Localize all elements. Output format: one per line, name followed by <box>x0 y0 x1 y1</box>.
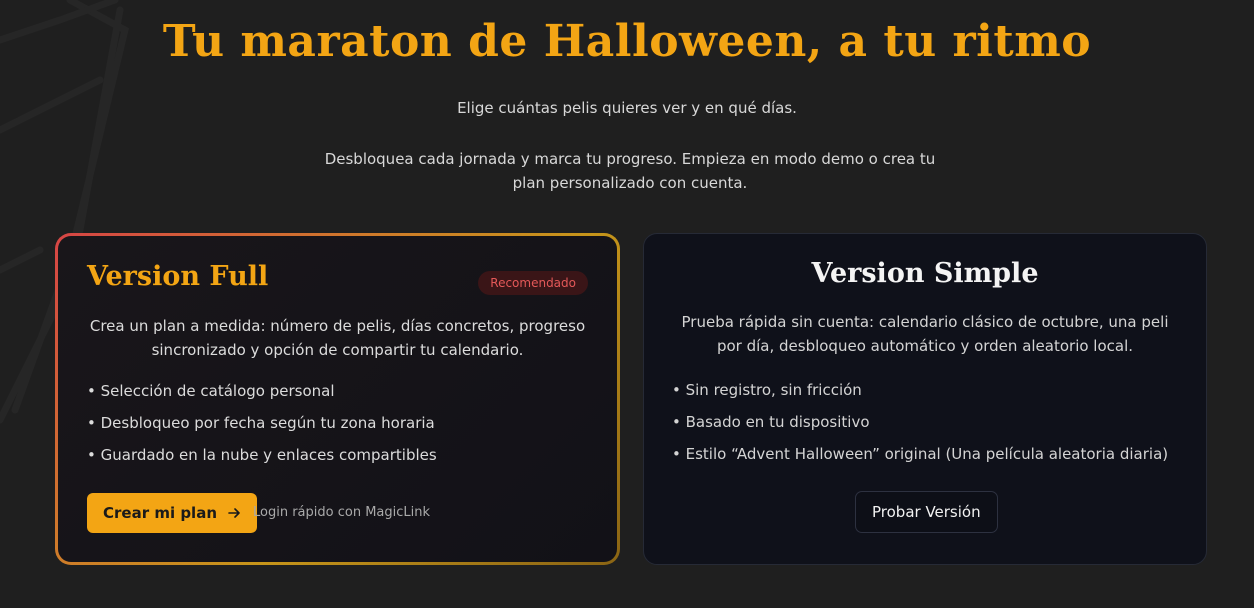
feature-item: • Sin registro, sin fricción <box>672 381 862 399</box>
page: Tu maraton de Halloween, a tu ritmo Elig… <box>0 0 1254 608</box>
create-plan-label: Crear mi plan <box>103 504 217 522</box>
feature-item: • Estilo “Advent Halloween” original (Un… <box>672 445 1169 463</box>
page-title: Tu maraton de Halloween, a tu ritmo <box>162 16 1092 67</box>
simple-version-card: Version Simple Prueba rápida sin cuenta:… <box>643 233 1207 565</box>
simple-version-features: • Sin registro, sin fricción • Basado en… <box>672 380 1168 476</box>
feature-item: • Desbloqueo por fecha según tu zona hor… <box>87 414 435 432</box>
feature-item: • Guardado en la nube y enlaces comparti… <box>87 446 437 464</box>
page-description: Desbloquea cada jornada y marca tu progr… <box>324 150 936 192</box>
full-version-card: Version Full Recomendado Crea un plan a … <box>55 233 620 565</box>
magiclink-login-link[interactable]: Login rápido con MagicLink <box>253 505 430 520</box>
simple-version-title: Version Simple <box>811 258 1039 289</box>
full-version-title: Version Full <box>87 261 269 292</box>
try-version-button[interactable]: Probar Versión <box>855 491 998 533</box>
feature-item: • Selección de catálogo personal <box>87 382 335 400</box>
full-version-features: • Selección de catálogo personal • Desbl… <box>87 381 437 477</box>
full-version-description: Crea un plan a medida: número de pelis, … <box>89 317 586 359</box>
full-version-card-body: Version Full Recomendado Crea un plan a … <box>58 236 617 562</box>
simple-version-description: Prueba rápida sin cuenta: calendario clá… <box>681 313 1169 355</box>
page-subtitle: Elige cuántas pelis quieres ver y en qué… <box>457 99 797 117</box>
feature-item: • Basado en tu dispositivo <box>672 413 870 431</box>
arrow-right-icon <box>228 508 240 518</box>
recommended-badge: Recomendado <box>478 271 588 295</box>
create-plan-button[interactable]: Crear mi plan <box>87 493 257 533</box>
